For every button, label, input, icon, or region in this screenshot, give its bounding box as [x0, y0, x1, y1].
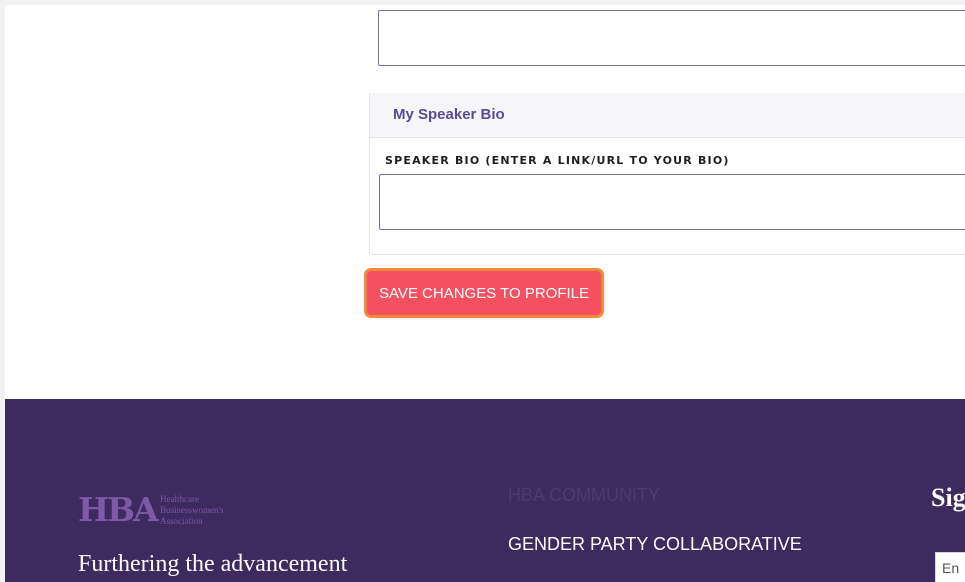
hba-logo-mark: HBA [78, 490, 159, 529]
logo-line: Association [160, 516, 203, 526]
speaker-bio-panel: My Speaker Bio SPEAKER BIO (ENTER A LINK… [369, 93, 965, 255]
profile-page: My Speaker Bio SPEAKER BIO (ENTER A LINK… [5, 5, 965, 582]
hba-logo[interactable]: HBA Healthcare Businesswomen's Associati… [78, 492, 248, 528]
footer-tagline: Furthering the advancement [78, 551, 348, 577]
previous-field-textarea[interactable] [378, 10, 965, 66]
footer-link-hba-community[interactable]: HBA COMMUNITY [508, 485, 660, 506]
logo-line: Healthcare [160, 494, 199, 504]
speaker-bio-title: My Speaker Bio [393, 106, 505, 123]
speaker-bio-header: My Speaker Bio [370, 93, 965, 138]
footer-link-gender-party-collaborative[interactable]: GENDER PARTY COLLABORATIVE [508, 534, 802, 555]
site-footer: HBA Healthcare Businesswomen's Associati… [5, 399, 965, 582]
speaker-bio-label: SPEAKER BIO (ENTER A LINK/URL TO YOUR BI… [385, 154, 730, 167]
save-changes-button[interactable]: SAVE CHANGES TO PROFILE [364, 268, 604, 318]
speaker-bio-input[interactable] [379, 174, 965, 230]
signup-heading: Sig [931, 483, 965, 512]
signup-email-input[interactable] [935, 552, 965, 582]
logo-line: Businesswomen's [160, 505, 224, 515]
hba-logo-text: Healthcare Businesswomen's Association [160, 494, 224, 527]
